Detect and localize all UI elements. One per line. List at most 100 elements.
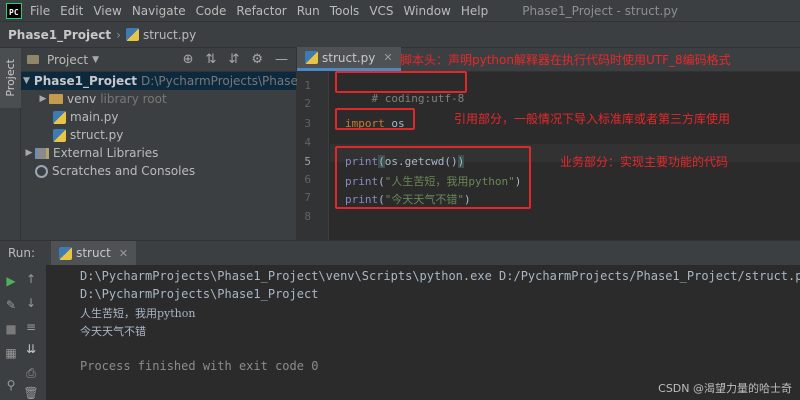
console-exit-line: Process finished with exit code 0 [80,359,319,373]
layout-icon[interactable]: ▦ [3,345,19,361]
play-icon[interactable]: ▶ [3,273,19,289]
line-number: 4 [304,136,311,149]
project-root-name: Phase1_Project [33,74,138,88]
tree-item-scratches[interactable]: Scratches and Consoles [21,162,296,180]
project-panel-title[interactable]: Project [47,53,88,67]
window-title: Phase1_Project - struct.py [522,3,679,18]
python-file-icon [53,110,66,124]
menu-bar: PC File Edit View Navigate Code Refactor… [0,0,800,22]
rerun-icon[interactable]: ↑ [23,271,39,287]
console-output-line: 人生苦短，我用python [80,307,196,320]
print-icon[interactable]: ⎙ [23,365,39,381]
menu-vcs[interactable]: VCS [369,4,393,18]
scroll-down-icon[interactable]: ↓ [23,295,39,311]
python-file-icon [125,28,139,41]
breadcrumb: Phase1_Project › struct.py [0,22,800,48]
tab-struct-py[interactable]: struct.py ✕ [297,47,401,71]
watermark: CSDN @渴望力量的哈士奇 [658,382,792,395]
project-panel: Project ▼ ⊕ ⇅ ⇵ ⚙ — ▼ Phase1_Project D:\… [21,48,331,240]
project-view-icon [27,55,39,64]
chevron-right-icon[interactable]: ▶ [37,94,49,104]
tree-item-external-libraries[interactable]: ▶ External Libraries [21,144,296,162]
pycharm-logo-icon: PC [6,2,22,19]
wrench-icon[interactable]: ✎ [3,297,19,313]
menu-file[interactable]: File [30,4,50,18]
line-gutter: 1 2 3 4 5 6 7 8 [297,72,329,240]
menu-tools[interactable]: Tools [330,4,360,18]
project-side-tab-label: Project [4,59,17,97]
business-highlight-box [335,146,531,209]
library-icon [35,147,49,159]
breadcrumb-project[interactable]: Phase1_Project [8,28,111,42]
breadcrumb-file[interactable]: struct.py [125,27,197,42]
gear-icon[interactable]: ⚙ [251,52,263,67]
external-libraries-label: External Libraries [53,146,159,160]
folder-icon [49,94,63,104]
line-number: 6 [304,173,311,186]
import-highlight-box [335,108,415,130]
menu-view[interactable]: View [93,4,121,18]
run-tab-struct[interactable]: struct ✕ [51,241,137,265]
left-tool-strip: Project [0,48,21,240]
python-file-icon [53,128,66,142]
project-side-tab[interactable]: Project [0,48,21,108]
locate-icon[interactable]: ⊕ [183,52,194,67]
code-editor: struct.py ✕ 1 2 3 4 5 6 7 8 # coding:utf… [297,47,800,240]
run-panel: Run: struct ✕ ↑ ▶ ↓ ✎ ≡ ■ ⇊ ▦ ⎙ ⚲ 🗑 D:\P… [0,240,800,400]
line-number: 3 [304,117,311,130]
line-number: 8 [304,210,311,223]
pin-icon[interactable]: ⚲ [3,377,19,393]
expand-all-icon[interactable]: ⇵ [228,52,239,67]
breadcrumb-separator: › [116,27,121,42]
chevron-down-icon[interactable]: ▼ [23,76,30,86]
run-panel-header: Run: struct ✕ [0,241,800,265]
file-label: main.py [70,110,119,124]
menu-navigate[interactable]: Navigate [132,4,186,18]
header-highlight-box [335,71,467,93]
venv-label: venv [67,92,97,106]
header-annotation: 脚本头：声明python解释器在执行代码时使用UTF_8编码格式 [400,53,731,67]
chevron-down-icon[interactable]: ▼ [92,55,99,65]
run-tab-label: struct [76,246,111,260]
file-label: struct.py [70,128,124,142]
tree-item-venv[interactable]: ▶ venv library root [21,90,296,108]
run-label: Run: [8,246,36,260]
console-command-line: D:\PycharmProjects\Phase1_Project\venv\S… [80,269,800,283]
venv-note: library root [100,92,167,106]
breadcrumb-file-label: struct.py [142,27,197,42]
menu-refactor[interactable]: Refactor [236,4,286,18]
code-comment: # coding:utf-8 [371,92,465,105]
hide-icon[interactable]: — [275,52,288,67]
soft-wrap-icon[interactable]: ≡ [23,319,39,335]
tree-item-project-root[interactable]: ▼ Phase1_Project D:\PycharmProjects\Phas… [21,72,331,90]
menu-code[interactable]: Code [196,4,227,18]
menu-help[interactable]: Help [461,4,488,18]
tab-label: struct.py [322,50,376,65]
python-file-icon [305,51,318,64]
menu-window[interactable]: Window [404,4,451,18]
python-file-icon [59,246,73,260]
line-number: 5 [304,155,311,168]
close-icon[interactable]: ✕ [119,247,128,260]
import-annotation: 引用部分，一般情况下导入标准库或者第三方库使用 [454,112,731,126]
menu-edit[interactable]: Edit [60,4,83,18]
scratches-icon [35,164,48,178]
stop-icon[interactable]: ■ [3,321,19,337]
tree-item-main-py[interactable]: main.py [21,108,296,126]
chevron-right-icon[interactable]: ▶ [23,148,35,158]
collapse-all-icon[interactable]: ⇅ [206,52,217,67]
scratches-label: Scratches and Consoles [52,164,196,178]
line-number: 7 [304,191,311,204]
project-panel-tools: ⊕ ⇅ ⇵ ⚙ — [183,52,296,67]
scroll-to-end-icon[interactable]: ⇊ [23,341,39,357]
trash-icon[interactable]: 🗑 [23,385,39,400]
line-number: 1 [304,79,311,92]
console-output-line: 今天天气不错 [80,325,146,338]
run-toolbar: ↑ ▶ ↓ ✎ ≡ ■ ⇊ ▦ ⎙ ⚲ 🗑 [0,265,46,400]
close-icon[interactable]: ✕ [383,51,392,64]
menu-run[interactable]: Run [297,4,320,18]
business-annotation: 业务部分：实现主要功能的代码 [560,155,729,169]
tree-item-struct-py[interactable]: struct.py [21,126,296,144]
console-output-line: D:\PycharmProjects\Phase1_Project [80,287,319,301]
line-number: 2 [304,97,311,110]
